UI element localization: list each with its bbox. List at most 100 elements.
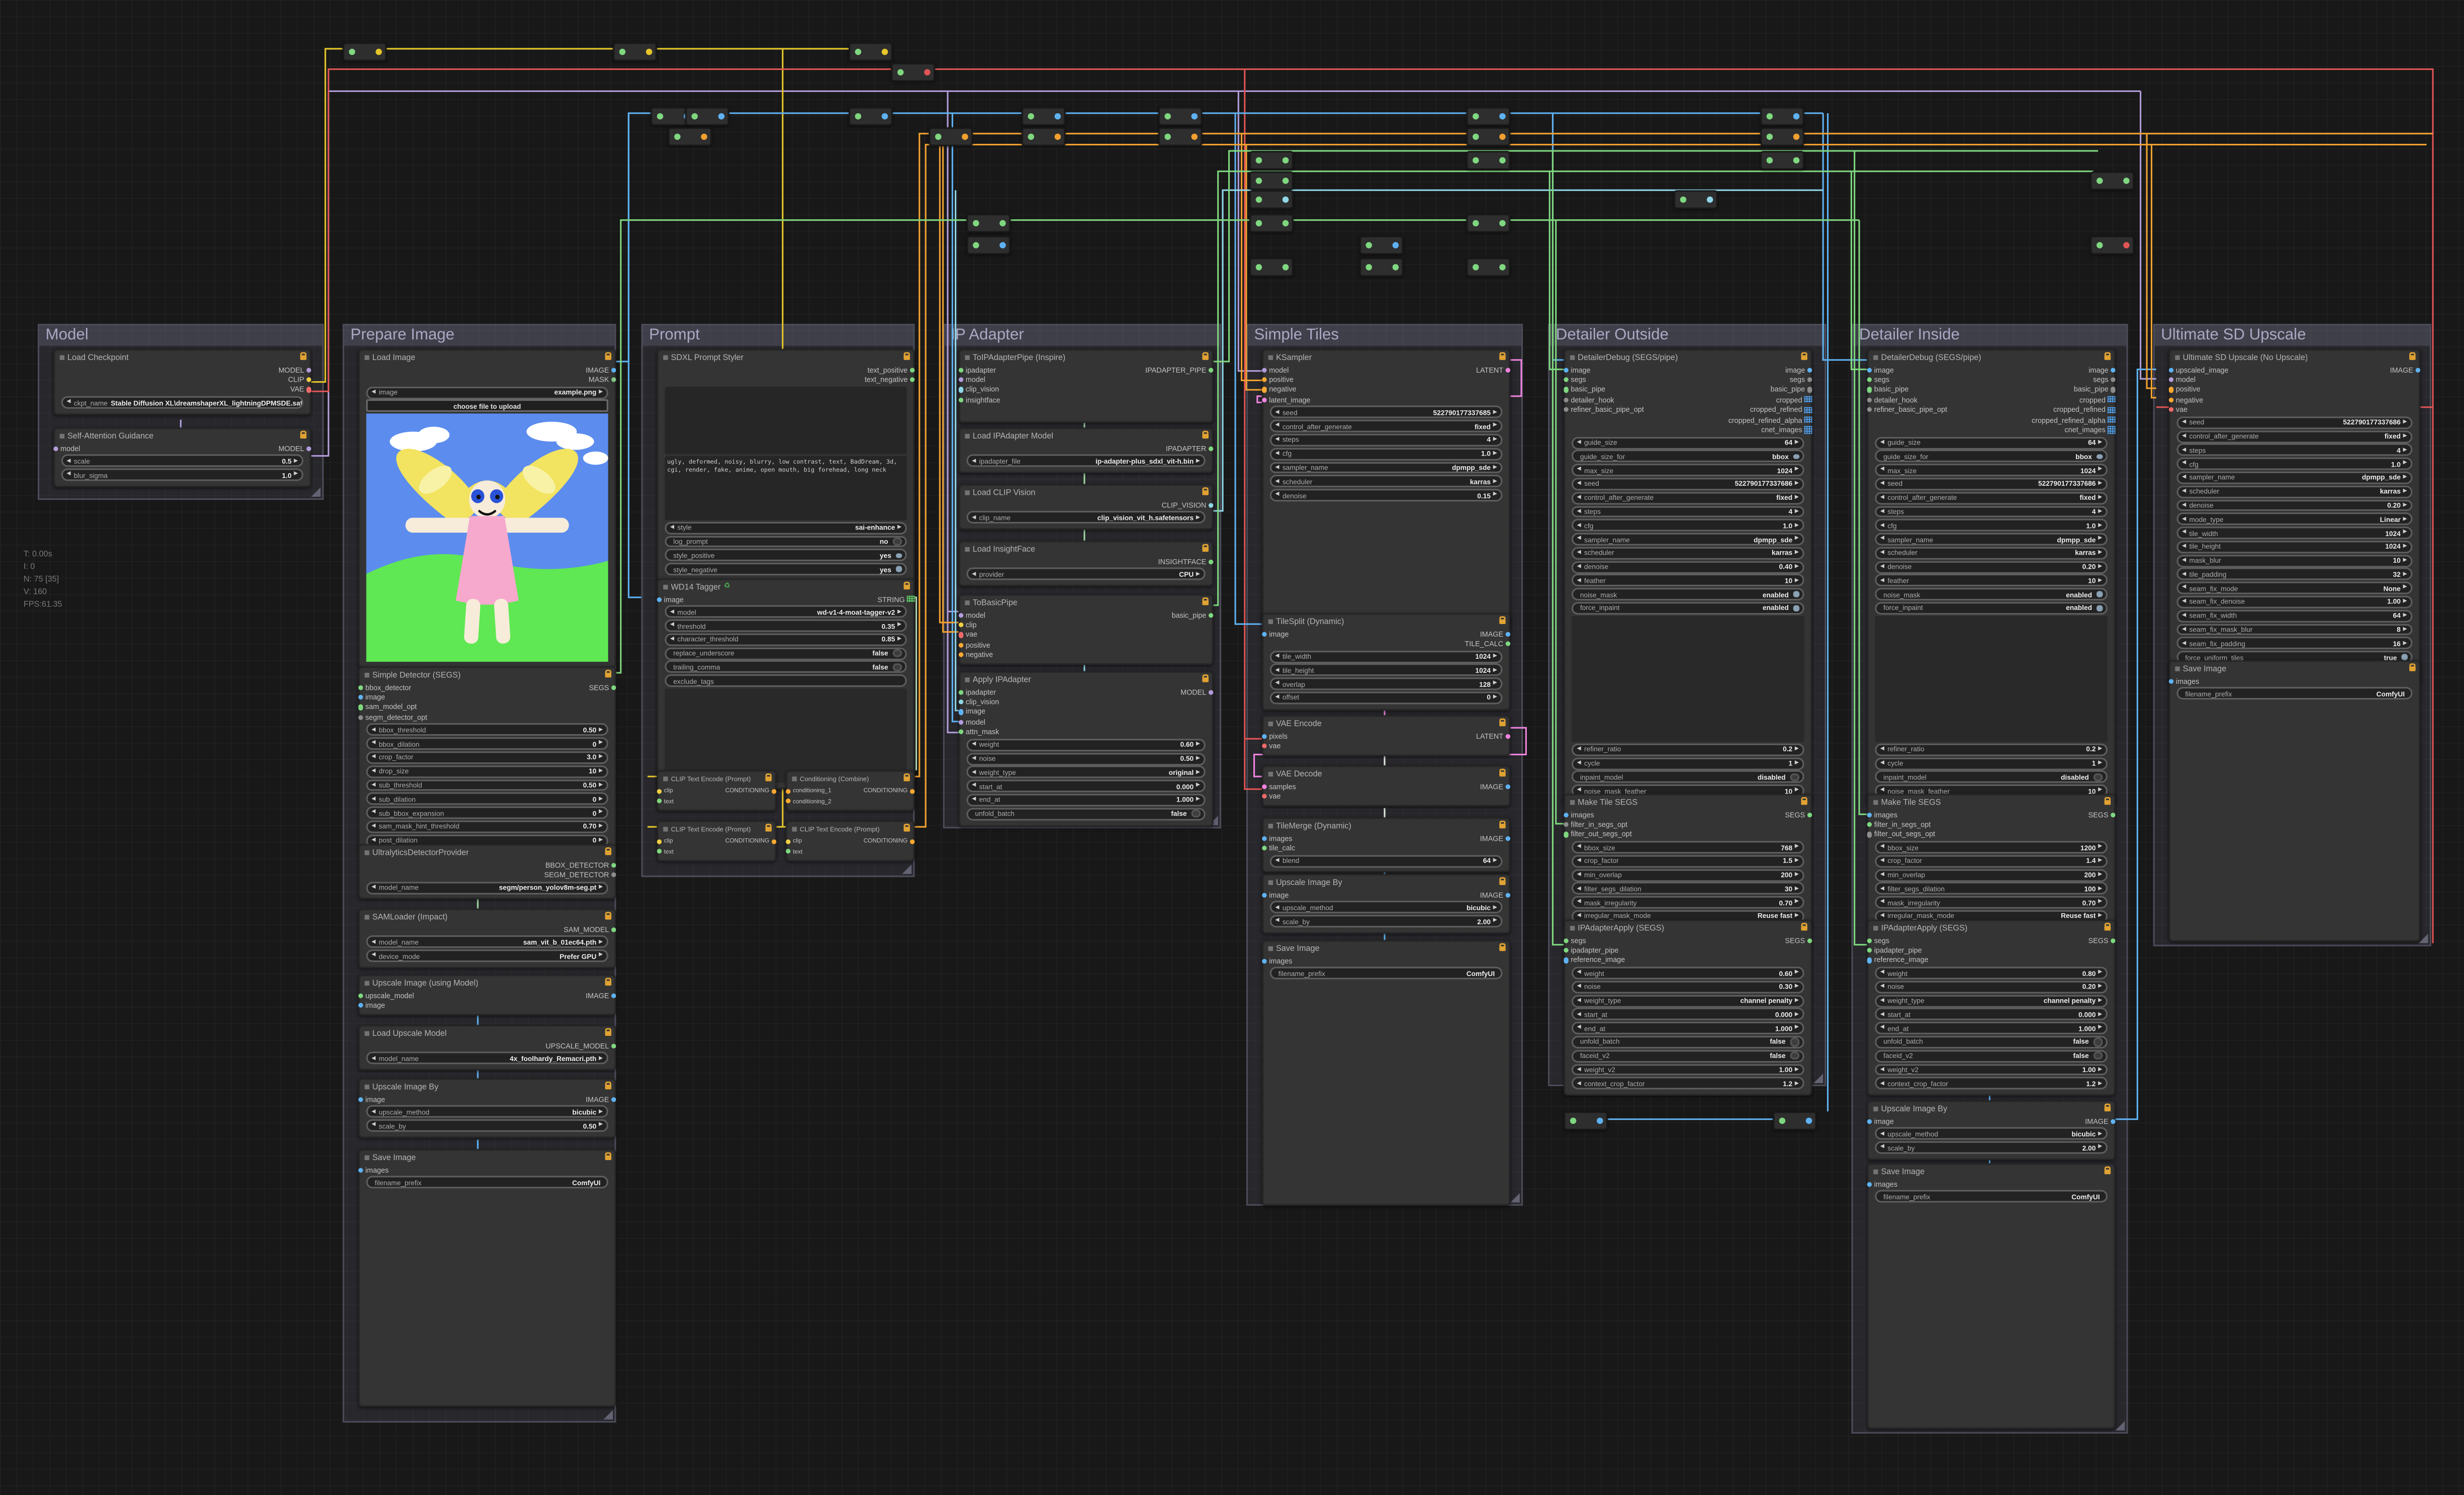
widget-max-size[interactable]: ◀max_size1024▶ <box>1875 464 2108 477</box>
collapse-icon[interactable] <box>1873 355 1878 361</box>
increment-arrow-icon[interactable]: ▶ <box>1795 1081 1799 1086</box>
reroute-output-dot[interactable] <box>1706 197 1712 203</box>
collapse-icon[interactable] <box>663 355 668 361</box>
reroute-node[interactable] <box>1773 1111 1817 1130</box>
node-titlebar[interactable]: Load Checkpoint <box>55 350 309 365</box>
reroute-node[interactable] <box>1359 258 1404 277</box>
increment-arrow-icon[interactable]: ▶ <box>2403 641 2407 646</box>
increment-arrow-icon[interactable]: ▶ <box>2403 585 2407 591</box>
increment-arrow-icon[interactable]: ▶ <box>1493 437 1497 443</box>
reroute-input-dot[interactable] <box>656 113 663 120</box>
widget-weight-type[interactable]: ◀weight_typechannel penalty▶ <box>1875 995 2108 1007</box>
node-titlebar[interactable]: Ultimate SD Upscale (No Upscale) <box>2170 350 2419 365</box>
reroute-input-dot[interactable] <box>2096 242 2103 248</box>
widget-unfold-batch[interactable]: unfold_batchfalse <box>1572 1036 1804 1048</box>
output-dot[interactable] <box>910 377 915 382</box>
output-dot[interactable] <box>1807 377 1812 382</box>
output-dot[interactable] <box>1209 689 1214 694</box>
output-slot-cropped[interactable]: cropped <box>2079 396 2112 404</box>
input-dot[interactable] <box>958 377 963 382</box>
reroute-input-dot[interactable] <box>1569 1118 1576 1124</box>
decrement-arrow-icon[interactable]: ◀ <box>1577 858 1581 864</box>
output-dot[interactable] <box>910 367 915 372</box>
increment-arrow-icon[interactable]: ▶ <box>2098 900 2102 905</box>
decrement-arrow-icon[interactable]: ◀ <box>1275 681 1279 687</box>
lock-icon[interactable] <box>604 1084 611 1090</box>
output-dot[interactable] <box>611 872 616 877</box>
decrement-arrow-icon[interactable]: ◀ <box>1577 1025 1581 1031</box>
output-dot[interactable] <box>307 446 312 451</box>
node-conditioning-combine[interactable]: Conditioning (Combine)conditioning_1COND… <box>786 770 915 811</box>
output-slot-latent[interactable]: LATENT <box>1476 366 1506 374</box>
node-ipadapterapply-segs[interactable]: IPAdapterApply (SEGS)segsSEGSipadapter_p… <box>1867 920 2116 1096</box>
widget-crop-factor[interactable]: ◀crop_factor1.5▶ <box>1572 855 1804 867</box>
node-clip-text-encode-prompt[interactable]: CLIP Text Encode (Prompt)clipCONDITIONIN… <box>657 770 777 811</box>
reroute-output-dot[interactable] <box>999 220 1006 227</box>
reroute-output-dot[interactable] <box>1282 220 1288 227</box>
node-titlebar[interactable]: IPAdapterApply (SEGS) <box>1869 921 2114 935</box>
reroute-input-dot[interactable] <box>1164 134 1170 140</box>
node-titlebar[interactable]: Save Image <box>2170 662 2419 676</box>
decrement-arrow-icon[interactable]: ◀ <box>1880 550 1884 556</box>
widget-weight[interactable]: ◀weight0.80▶ <box>1875 967 2108 980</box>
decrement-arrow-icon[interactable]: ◀ <box>372 1109 376 1114</box>
decrement-arrow-icon[interactable]: ◀ <box>1275 858 1279 864</box>
output-dot[interactable] <box>307 367 312 372</box>
decrement-arrow-icon[interactable]: ◀ <box>372 810 376 816</box>
increment-arrow-icon[interactable]: ▶ <box>599 769 603 774</box>
output-dot[interactable] <box>1506 641 1511 646</box>
increment-arrow-icon[interactable]: ▶ <box>2098 1131 2102 1136</box>
collapse-icon[interactable] <box>1569 355 1575 361</box>
widget-max-size[interactable]: ◀max_size1024▶ <box>1572 464 1804 477</box>
increment-arrow-icon[interactable]: ▶ <box>1795 998 1799 1004</box>
decrement-arrow-icon[interactable]: ◀ <box>2182 503 2186 508</box>
input-slot-text[interactable]: text <box>661 848 673 855</box>
widget-noise[interactable]: ◀noise0.30▶ <box>1572 981 1804 993</box>
node-ultralyticsdetectorprovider[interactable]: UltralyticsDetectorProviderBBOX_DETECTOR… <box>358 844 616 900</box>
input-slot-ipadapter-pipe[interactable]: ipadapter_pipe <box>1871 946 1922 954</box>
reroute-node[interactable] <box>1022 127 1066 146</box>
widget-filename-prefix[interactable]: filename_prefixComfyUI <box>1270 967 1503 980</box>
output-slot-cropped-refined-alpha[interactable]: cropped_refined_alpha <box>2032 416 2112 424</box>
widget-control-after-generate[interactable]: ◀control_after_generatefixed▶ <box>1875 492 2108 504</box>
input-dot[interactable] <box>958 387 963 392</box>
input-slot-upscaled-image[interactable]: upscaled_image <box>2173 366 2229 374</box>
increment-arrow-icon[interactable]: ▶ <box>1493 654 1497 659</box>
input-dot[interactable] <box>1563 948 1568 953</box>
reroute-node[interactable] <box>849 42 893 61</box>
reroute-node[interactable] <box>1760 127 1804 146</box>
lock-icon[interactable] <box>1202 677 1208 683</box>
decrement-arrow-icon[interactable]: ◀ <box>1275 919 1279 924</box>
output-slot-basic-pipe[interactable]: basic_pipe <box>2074 386 2112 394</box>
output-dot[interactable] <box>910 839 915 844</box>
output-dot[interactable] <box>307 387 312 392</box>
output-slot-image[interactable]: image <box>2088 366 2111 374</box>
increment-arrow-icon[interactable]: ▶ <box>1795 1025 1799 1031</box>
toggle-dot[interactable] <box>2094 1051 2103 1060</box>
reroute-input-dot[interactable] <box>1778 1118 1785 1124</box>
collapse-icon[interactable] <box>1267 355 1273 361</box>
increment-arrow-icon[interactable]: ▶ <box>1493 479 1497 484</box>
widget-end-at[interactable]: ◀end_at1.000▶ <box>1875 1022 2108 1034</box>
decrement-arrow-icon[interactable]: ◀ <box>372 390 376 395</box>
widget-start-at[interactable]: ◀start_at0.000▶ <box>1572 1008 1804 1021</box>
input-slot-image[interactable]: image <box>1568 366 1590 374</box>
input-slot-basic-pipe[interactable]: basic_pipe <box>1871 386 1909 394</box>
output-slot-segs[interactable]: SEGS <box>1785 811 1808 819</box>
reroute-input-dot[interactable] <box>854 113 861 120</box>
increment-arrow-icon[interactable]: ▶ <box>599 1123 603 1128</box>
toggle-dot[interactable] <box>1790 1038 1799 1046</box>
lock-icon[interactable] <box>1499 355 1505 361</box>
decrement-arrow-icon[interactable]: ◀ <box>1577 1081 1581 1086</box>
widget-scale-by[interactable]: ◀scale_by0.50▶ <box>366 1119 608 1132</box>
reroute-output-dot[interactable] <box>1282 197 1288 203</box>
reroute-input-dot[interactable] <box>854 49 861 55</box>
increment-arrow-icon[interactable]: ▶ <box>2098 1145 2102 1151</box>
reroute-node[interactable] <box>966 214 1011 233</box>
increment-arrow-icon[interactable]: ▶ <box>2403 599 2407 605</box>
group-resize-handle[interactable] <box>902 864 911 874</box>
lock-icon[interactable] <box>2104 1106 2110 1112</box>
input-dot[interactable] <box>1563 377 1568 382</box>
input-slot-attn-mask[interactable]: attn_mask <box>963 728 999 736</box>
reroute-node[interactable] <box>1249 171 1294 191</box>
